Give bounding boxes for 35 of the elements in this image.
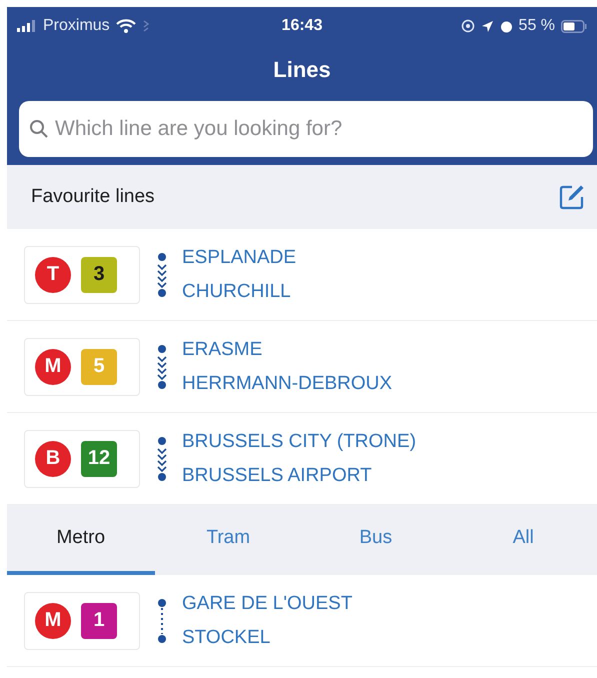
route-chevrons-icon [156, 344, 168, 390]
tab[interactable]: Bus [302, 505, 450, 575]
stop-name: GARE DE L'OUEST [182, 592, 352, 614]
wifi-icon [116, 19, 136, 33]
location-arrow-icon [480, 20, 494, 32]
stop-name: ERASME [182, 338, 264, 360]
line-number: 1 [93, 609, 105, 632]
battery-percent: 55 % [518, 17, 556, 35]
section-title: Favourite lines [31, 186, 155, 208]
stop-name: BRUSSELS AIRPORT [182, 464, 373, 486]
line-number: 3 [93, 263, 105, 286]
carrier-name: Proximus [43, 17, 110, 35]
mode-badge: M [35, 602, 71, 638]
search-icon [29, 119, 49, 139]
mode-badge: T [35, 256, 71, 292]
stop-name: STOCKEL [182, 626, 272, 648]
signal-icon [17, 20, 37, 32]
route-line-icon [156, 598, 168, 644]
stop-name: BRUSSELS CITY (TRONE) [182, 430, 416, 452]
search-field[interactable]: Which line are you looking for? [19, 101, 593, 157]
edit-icon[interactable] [559, 184, 585, 210]
stop-name: CHURCHILL [182, 280, 292, 302]
route-chevrons-icon [156, 436, 168, 482]
route-chevrons-icon [156, 252, 168, 298]
mode-badge: B [35, 440, 71, 476]
screen-title: Lines [272, 56, 332, 84]
mode-badge: M [35, 348, 71, 384]
tab[interactable]: Tram [154, 505, 302, 575]
status-time: 16:43 [282, 17, 322, 35]
line-number: 12 [88, 447, 110, 470]
line-number: 5 [93, 355, 105, 378]
tab[interactable]: All [450, 505, 597, 575]
stop-name: HERRMANN-DEBROUX [182, 372, 392, 394]
stop-name: ESPLANADE [182, 246, 296, 268]
battery-icon [561, 20, 588, 32]
